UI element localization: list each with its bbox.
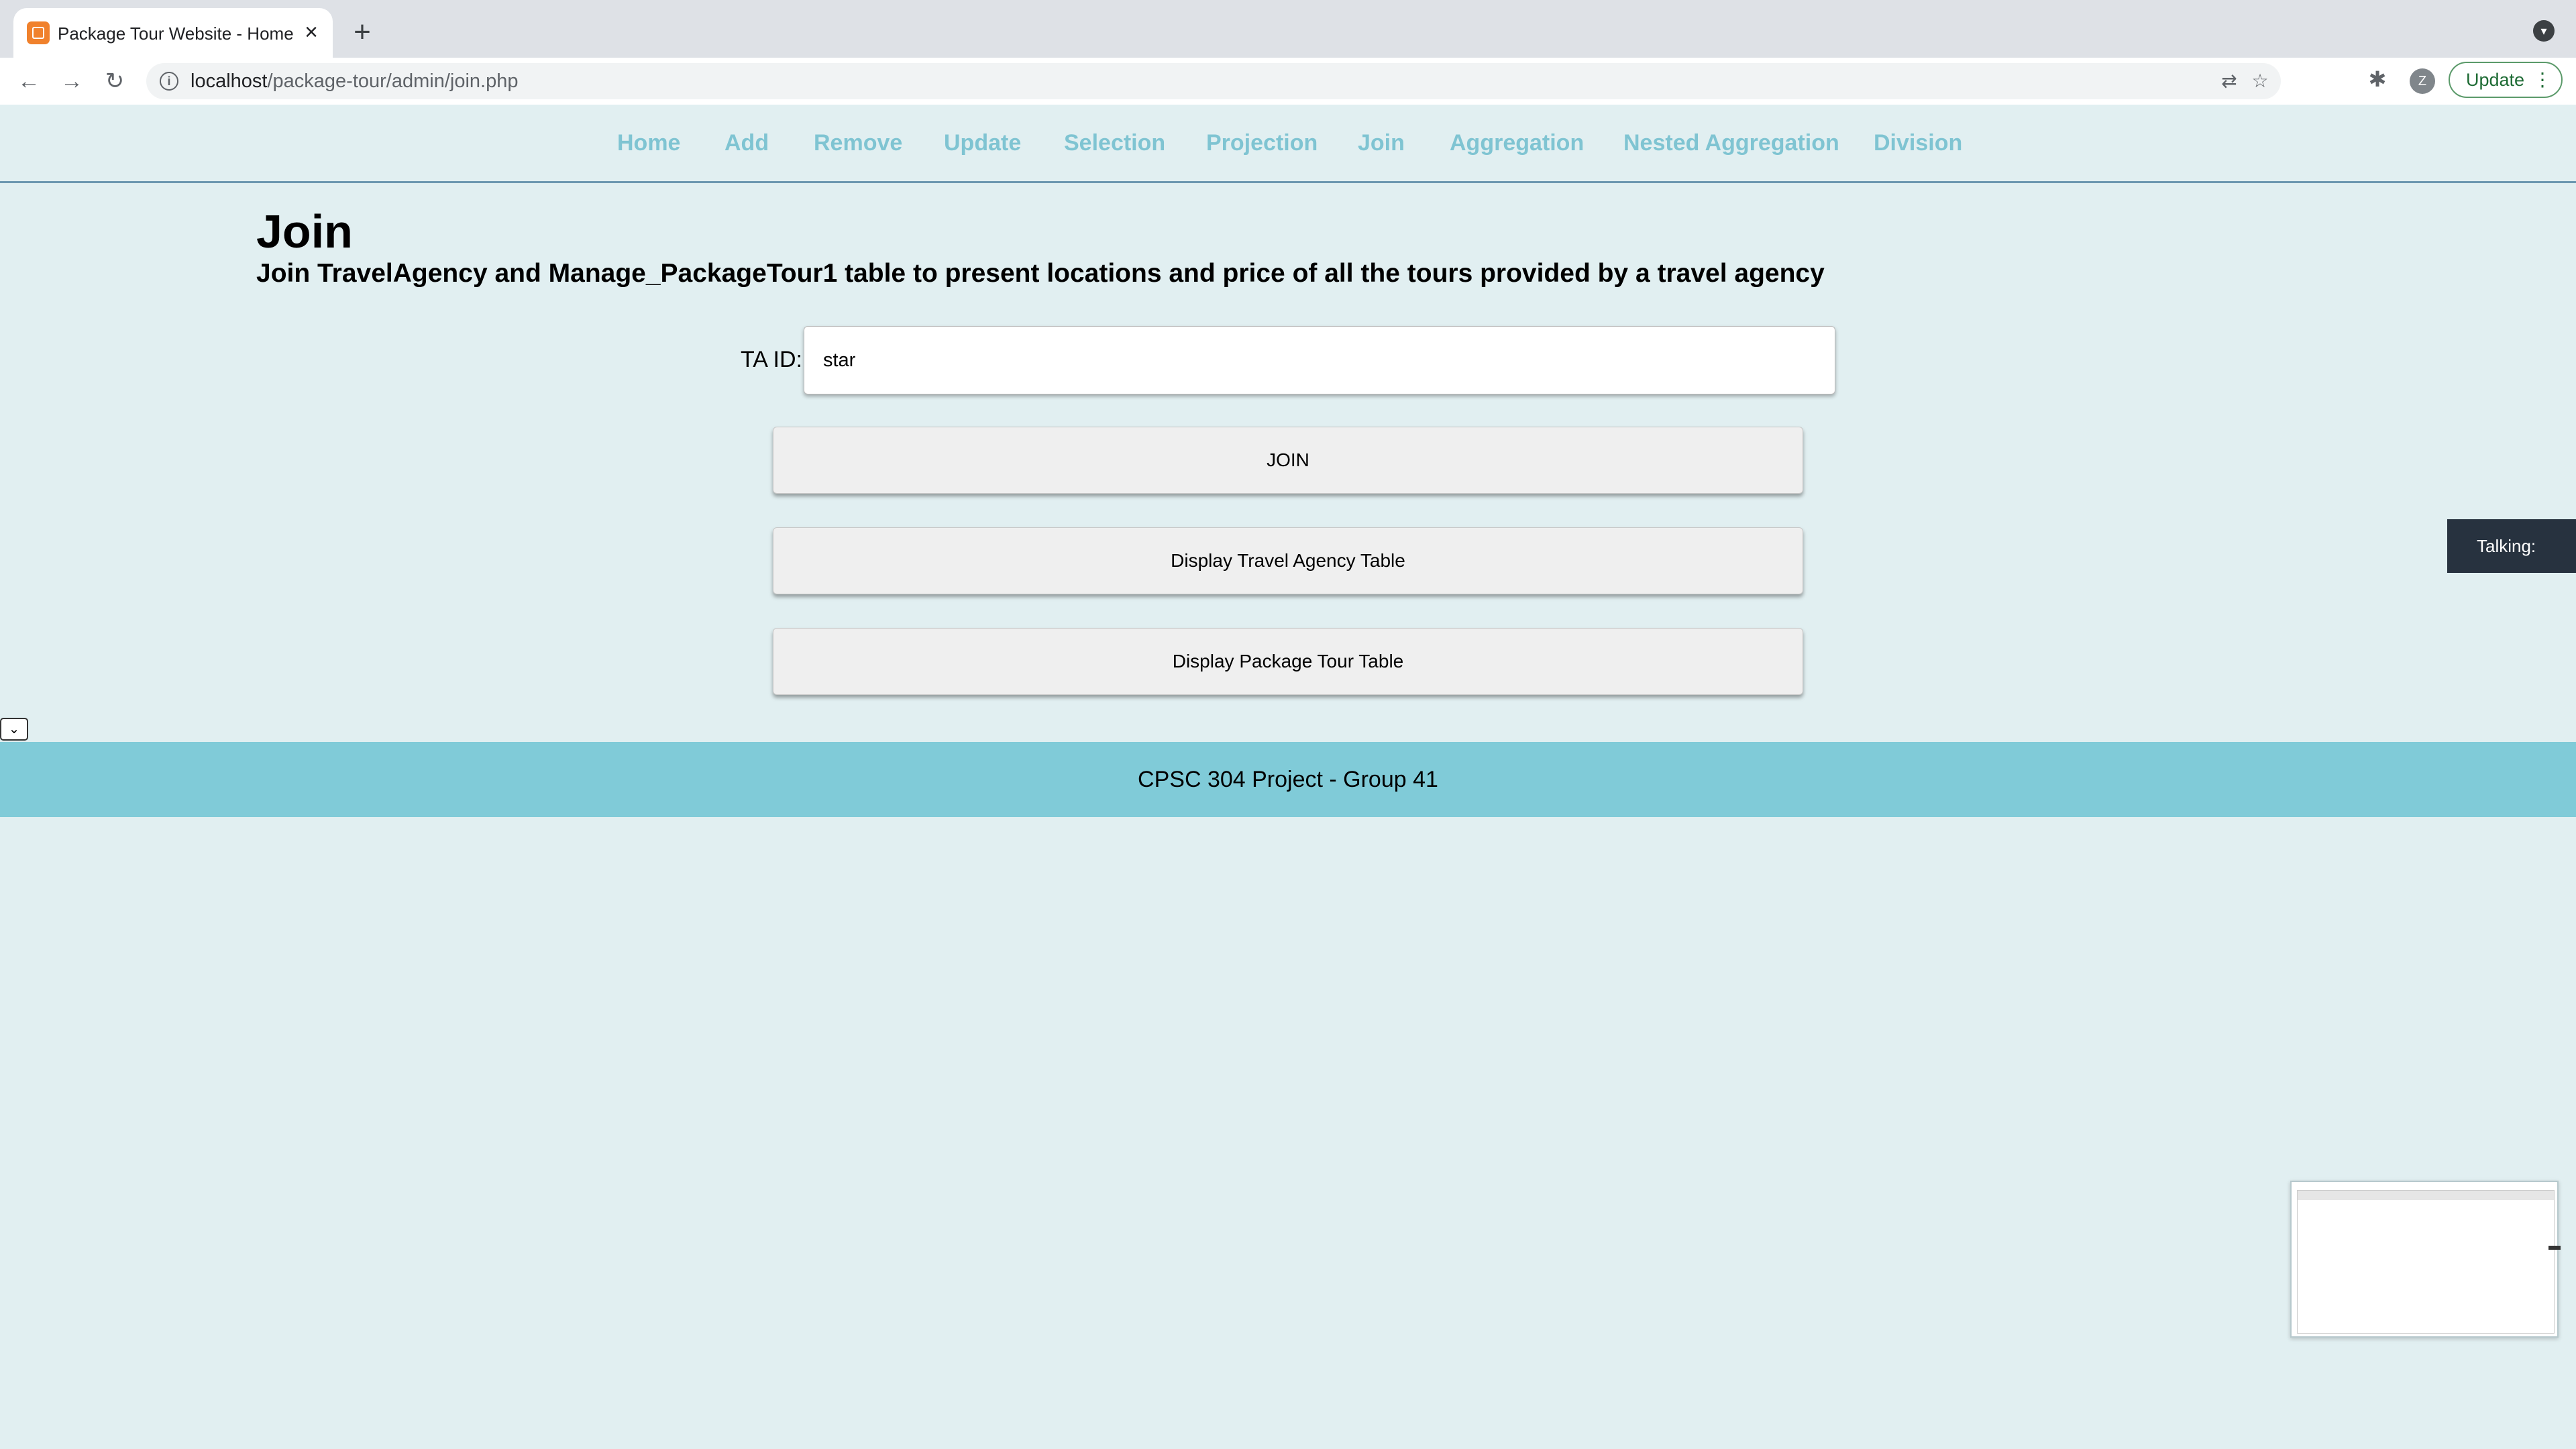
new-tab-icon[interactable]: + <box>347 17 377 47</box>
talking-indicator: Talking: <box>2447 519 2576 573</box>
browser-toolbar: ← → ↻ i localhost/package-tour/admin/joi… <box>0 58 2576 105</box>
tab-close-icon[interactable]: × <box>298 19 325 46</box>
nav-division[interactable]: Division <box>1874 130 1962 156</box>
tab-title: Package Tour Website - Home <box>58 23 294 44</box>
thumbnail-bar <box>2298 1191 2554 1200</box>
browser-update-button[interactable]: Update ⋮ <box>2449 62 2563 98</box>
display-travel-agency-button[interactable]: Display Travel Agency Table <box>773 527 1803 594</box>
translate-icon[interactable]: ⇄ <box>2218 70 2241 93</box>
update-label: Update <box>2466 70 2525 90</box>
nav-add[interactable]: Add <box>724 130 769 156</box>
browser-tab-bar: Package Tour Website - Home × + ▾ <box>0 0 2576 58</box>
page-subtitle: Join TravelAgency and Manage_PackageTour… <box>256 259 1825 288</box>
screen-preview-thumbnail[interactable] <box>2290 1181 2561 1338</box>
browser-tab[interactable]: Package Tour Website - Home × <box>13 8 333 58</box>
page-title: Join <box>256 205 353 258</box>
footer-text: CPSC 304 Project - Group 41 <box>1138 767 1438 792</box>
nav-projection[interactable]: Projection <box>1206 130 1318 156</box>
thumbnail-image <box>2297 1190 2561 1334</box>
nav-selection[interactable]: Selection <box>1064 130 1165 156</box>
ta-id-input[interactable] <box>804 326 1835 394</box>
more-menu-icon[interactable]: ⋮ <box>2533 63 2552 97</box>
reload-icon[interactable]: ↻ <box>99 66 130 97</box>
bookmark-star-icon[interactable]: ☆ <box>2249 70 2271 93</box>
chevron-down-icon[interactable]: ⌄ <box>0 718 28 741</box>
address-bar[interactable]: i localhost/package-tour/admin/join.php … <box>146 63 2281 99</box>
join-button[interactable]: JOIN <box>773 427 1803 494</box>
site-navbar: Home Add Remove Update Selection Project… <box>0 105 2576 183</box>
nav-aggregation[interactable]: Aggregation <box>1450 130 1584 156</box>
nav-join[interactable]: Join <box>1358 130 1405 156</box>
nav-nested-aggregation[interactable]: Nested Aggregation <box>1623 130 1839 156</box>
nav-update[interactable]: Update <box>944 130 1021 156</box>
ta-id-label: TA ID: <box>741 347 802 372</box>
site-favicon-icon <box>27 21 50 44</box>
back-icon[interactable]: ← <box>13 66 44 97</box>
site-footer: CPSC 304 Project - Group 41 <box>0 742 2576 817</box>
url-text[interactable]: localhost/package-tour/admin/join.php <box>191 63 518 99</box>
url-host: localhost <box>191 70 268 92</box>
tab-search-icon[interactable]: ▾ <box>2533 20 2555 42</box>
profile-avatar[interactable]: Z <box>2410 68 2435 94</box>
nav-remove[interactable]: Remove <box>814 130 902 156</box>
thumbnail-mark <box>2548 1246 2561 1250</box>
url-path: /package-tour/admin/join.php <box>267 70 519 92</box>
forward-icon[interactable]: → <box>56 66 87 97</box>
nav-home[interactable]: Home <box>617 130 680 156</box>
display-package-tour-button[interactable]: Display Package Tour Table <box>773 628 1803 695</box>
site-info-icon[interactable]: i <box>160 72 178 91</box>
extensions-puzzle-icon[interactable]: ✱ <box>2364 66 2391 93</box>
